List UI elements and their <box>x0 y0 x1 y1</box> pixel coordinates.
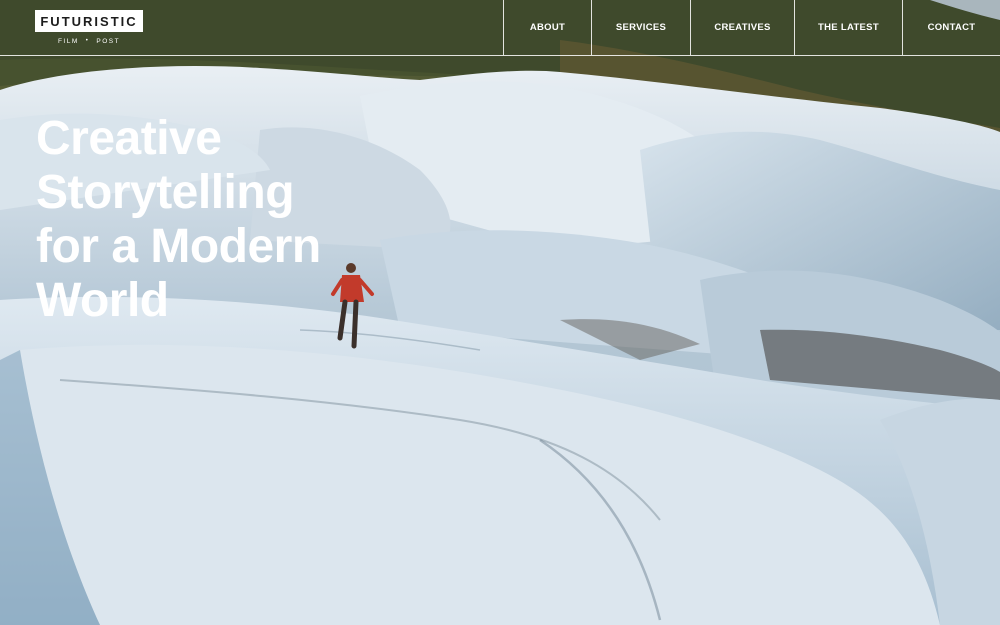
hero-heading-line: Storytelling <box>36 166 295 219</box>
hero-heading-line: World <box>36 274 169 327</box>
hero-heading: Creative Storytelling for a Modern World <box>36 112 321 328</box>
brand-logo[interactable]: FUTURISTIC FILM • POST <box>35 10 143 45</box>
hero-heading-line: for a Modern <box>36 220 321 273</box>
brand-tagline-left: FILM <box>57 38 79 45</box>
hero-heading-line: Creative <box>36 112 222 165</box>
nav-item-about[interactable]: ABOUT <box>503 0 591 55</box>
site-header: FUTURISTIC FILM • POST ABOUT SERVICES CR… <box>0 0 1000 56</box>
nav-item-the-latest[interactable]: THE LATEST <box>794 0 902 55</box>
main-nav: ABOUT SERVICES CREATIVES THE LATEST CONT… <box>503 0 1000 55</box>
brand-tagline-right: POST <box>96 38 121 45</box>
brand-tagline: FILM • POST <box>35 38 143 45</box>
brand-wordmark: FUTURISTIC <box>35 10 143 32</box>
nav-item-services[interactable]: SERVICES <box>591 0 690 55</box>
nav-item-creatives[interactable]: CREATIVES <box>690 0 794 55</box>
nav-item-contact[interactable]: CONTACT <box>902 0 1000 55</box>
brand-tagline-separator: • <box>85 38 90 44</box>
